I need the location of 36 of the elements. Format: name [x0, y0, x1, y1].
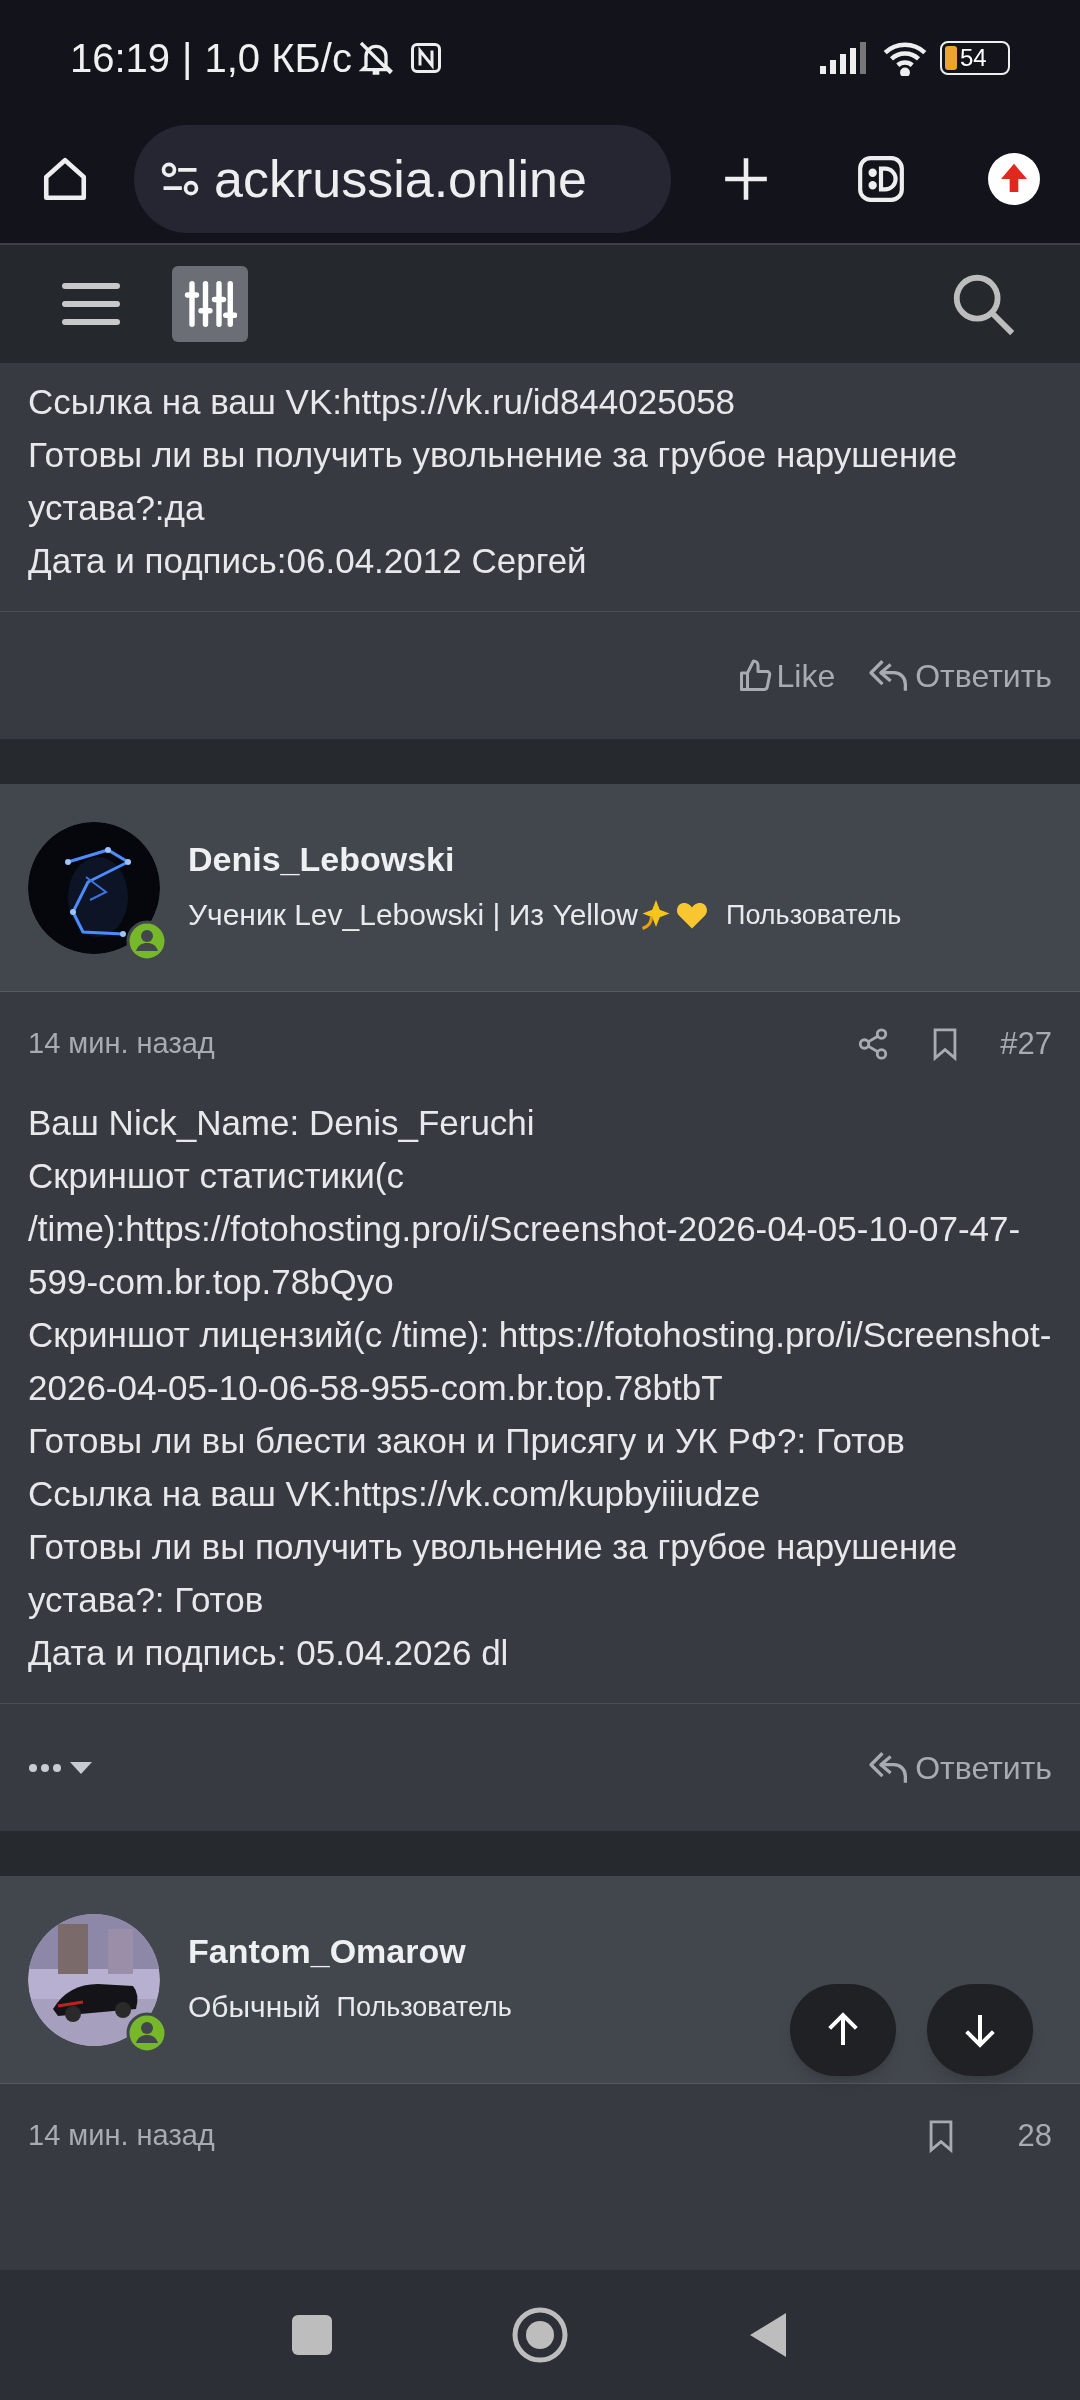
user-title: Обычный	[188, 1989, 321, 2026]
reply-button[interactable]: Ответить	[867, 1743, 1052, 1792]
post-number[interactable]: 28	[1017, 2112, 1052, 2160]
post-time: 14 мин. назад	[28, 2118, 215, 2154]
more-dots-icon	[28, 1762, 62, 1773]
home-button-icon[interactable]	[512, 2307, 568, 2363]
back-icon[interactable]	[748, 2311, 788, 2359]
user-role: Пользователь	[726, 898, 902, 932]
post-text-line: Ссылка на ваш VK:https://vk.com/kupbyiiiudze	[28, 1473, 762, 1515]
post-text-line: Скриншот лицензий(с /time): https://fotohosting.pro/i/Screenshot-2026-04-05-10-06-58-955-com.br.top.78btbT	[28, 1314, 1052, 1409]
more-menu-button[interactable]	[28, 1761, 92, 1774]
user-title: Ученик Lev_Lebowski | Из Yellow	[188, 897, 638, 934]
post-text-line: Скриншот статистики(с /time):https://fotohosting.pro/i/Screenshot-2026-04-05-10-07-47-599-com.br.top.78bQyo	[28, 1155, 1022, 1303]
post-text-line: Дата и подпись:06.04.2012 Сергей	[28, 540, 588, 582]
user-role: Пользователь	[336, 1990, 512, 2024]
network-speed: 1,0 КБ/с	[204, 34, 352, 82]
reply-button[interactable]: Ответить	[867, 651, 1052, 700]
battery-indicator: 54	[940, 40, 1010, 75]
caret-icon	[70, 1761, 92, 1774]
tabs-icon[interactable]	[856, 154, 906, 204]
clock: 16:19	[70, 34, 171, 82]
post-text-line: Ваш Nick_Name: Denis_Feruchi	[28, 1102, 536, 1144]
wifi-icon	[882, 39, 928, 76]
username-link[interactable]: Fantom_Omarow	[188, 1929, 512, 1973]
filter-button[interactable]	[172, 266, 248, 342]
post-number[interactable]: #27	[1000, 1020, 1052, 1068]
post-text-line: Ссылка на ваш VK:https://vk.ru/id844025058	[28, 381, 737, 423]
like-button[interactable]: Like	[736, 651, 836, 700]
post-text-line: Готовы ли вы получить увольнение за грубое нарушение устава?:да	[28, 434, 959, 529]
post-text-line: Дата и подпись: 05.04.2026 dl	[28, 1632, 510, 1674]
post-text-line: Готовы ли вы получить увольнение за грубое нарушение устава?: Готов	[28, 1526, 959, 1621]
separator: |	[182, 34, 193, 82]
username-link[interactable]: Denis_Lebowski	[188, 837, 902, 881]
post-text-line: Готовы ли вы блести закон и Присягу и УК РФ?: Готов	[28, 1420, 906, 1462]
post-time: 14 мин. назад	[28, 1026, 215, 1062]
address-bar[interactable]: ackrussia.online	[134, 125, 671, 233]
